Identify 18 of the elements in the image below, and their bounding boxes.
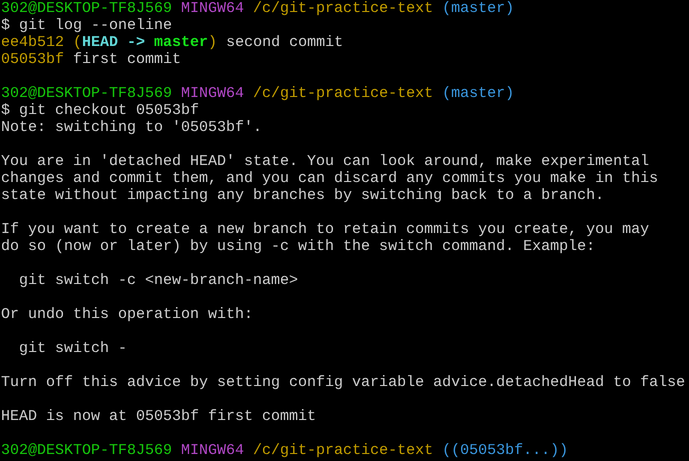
terminal-line: 302@DESKTOP-TF8J569 MINGW64 /c/git-practice-text ((05053bf...))	[1, 442, 570, 459]
terminal-line: Note: switching to '05053bf'.	[1, 119, 264, 136]
terminal-line: Or undo this operation with:	[1, 306, 254, 323]
terminal-line: You are in 'detached HEAD' state. You can look around, make experimental	[1, 153, 650, 170]
terminal-line: If you want to create a new branch to retain commits you create, you may	[1, 221, 650, 238]
terminal-line: ee4b512 (HEAD -> master) second commit	[1, 34, 344, 51]
terminal-line: changes and commit them, and you can discard any commits you make in this	[1, 170, 660, 187]
terminal-line: HEAD is now at 05053bf first commit	[1, 408, 318, 425]
terminal-line: $ git log --oneline	[1, 17, 174, 34]
terminal-line: Turn off this advice by setting config variable advice.detachedHead to false	[1, 374, 686, 391]
terminal-line: git switch -c <new-branch-name>	[18, 272, 300, 289]
terminal-line: 302@DESKTOP-TF8J569 MINGW64 /c/git-practice-text (master)	[1, 0, 516, 17]
terminal-line: do so (now or later) by using -c with the switch command. Example:	[1, 238, 596, 255]
terminal-line: 05053bf first commit	[1, 51, 182, 68]
terminal-line: state without impacting any branches by switching back to a branch.	[1, 187, 606, 204]
terminal-line: 302@DESKTOP-TF8J569 MINGW64 /c/git-practice-text (master)	[1, 85, 516, 102]
terminal-line: git switch -	[18, 340, 128, 357]
terminal-line: $ git checkout 05053bf	[1, 102, 200, 119]
